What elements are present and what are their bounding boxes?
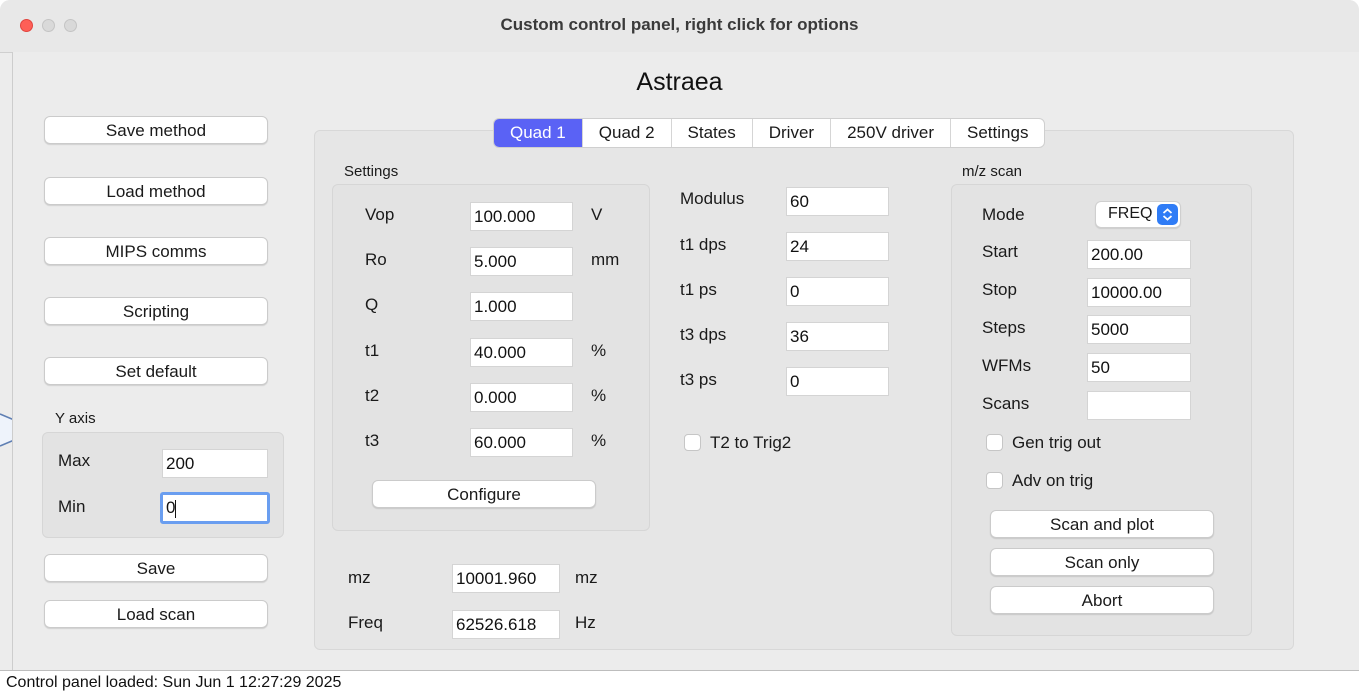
freq-input[interactable]: 62526.618	[452, 610, 560, 639]
ro-input[interactable]: 5.000	[470, 247, 573, 276]
start-input[interactable]: 200.00	[1087, 240, 1191, 269]
t3-ps-label: t3 ps	[680, 370, 717, 389]
mode-select[interactable]: FREQ	[1095, 201, 1181, 228]
abort-button[interactable]: Abort	[990, 586, 1214, 614]
mips-comms-button[interactable]: MIPS comms	[44, 237, 268, 265]
t1-dps-label: t1 dps	[680, 235, 727, 254]
vop-label: Vop	[365, 205, 395, 224]
t2-unit: %	[591, 386, 607, 405]
gen-trig-out-label: Gen trig out	[1012, 433, 1101, 452]
adv-on-trig-checkbox[interactable]	[986, 472, 1003, 489]
start-label: Start	[982, 242, 1018, 261]
tab-quad-2[interactable]: Quad 2	[581, 119, 671, 147]
title-bar: Custom control panel, right click for op…	[0, 0, 1359, 53]
t1-unit: %	[591, 341, 607, 360]
t1-ps-input[interactable]: 0	[786, 277, 889, 306]
wfms-input[interactable]: 50	[1087, 353, 1191, 382]
t2-to-trig2-label: T2 to Trig2	[710, 433, 792, 452]
scan-only-button[interactable]: Scan only	[990, 548, 1214, 576]
mode-select-value: FREQ	[1108, 205, 1153, 222]
panel-title: Astraea	[636, 68, 723, 96]
t3-dps-input[interactable]: 36	[786, 322, 889, 351]
q-input[interactable]: 1.000	[470, 292, 573, 321]
t1-input[interactable]: 40.000	[470, 338, 573, 367]
mz-input[interactable]: 10001.960	[452, 564, 560, 593]
modulus-input[interactable]: 60	[786, 187, 889, 216]
app-window: Custom control panel, right click for op…	[0, 0, 1359, 694]
tab-settings[interactable]: Settings	[950, 119, 1044, 147]
q-label: Q	[365, 295, 379, 314]
scans-label: Scans	[982, 394, 1030, 413]
t1-ps-label: t1 ps	[680, 280, 717, 299]
mz-label: mz	[348, 568, 371, 587]
vop-unit: V	[591, 205, 603, 224]
tab-states[interactable]: States	[670, 119, 752, 147]
scan-and-plot-button[interactable]: Scan and plot	[990, 510, 1214, 538]
scans-input[interactable]	[1087, 391, 1191, 420]
scripting-button[interactable]: Scripting	[44, 297, 268, 325]
t3-dps-label: t3 dps	[680, 325, 727, 344]
t2-input[interactable]: 0.000	[470, 383, 573, 412]
freq-label: Freq	[348, 613, 383, 632]
stop-label: Stop	[982, 280, 1017, 299]
adv-on-trig-label: Adv on trig	[1012, 471, 1094, 490]
status-text: Control panel loaded: Sun Jun 1 12:27:29…	[6, 674, 342, 691]
save-method-button[interactable]: Save method	[44, 116, 268, 144]
select-chevrons-icon	[1157, 204, 1178, 225]
y-axis-label: Y axis	[55, 410, 96, 427]
steps-label: Steps	[982, 318, 1026, 337]
freq-unit: Hz	[575, 613, 596, 632]
t3-input[interactable]: 60.000	[470, 428, 573, 457]
status-bar: Control panel loaded: Sun Jun 1 12:27:29…	[0, 670, 1359, 694]
mz-scan-group-label: m/z scan	[962, 163, 1023, 180]
t2-to-trig2-checkbox[interactable]	[684, 434, 701, 451]
y-min-input[interactable]: 0	[160, 492, 270, 524]
y-min-label: Min	[58, 497, 86, 516]
configure-button[interactable]: Configure	[372, 480, 596, 508]
tab-quad-1[interactable]: Quad 1	[494, 119, 582, 147]
settings-group-label: Settings	[344, 163, 399, 180]
y-max-label: Max	[58, 451, 91, 470]
vop-input[interactable]: 100.000	[470, 202, 573, 231]
save-button[interactable]: Save	[44, 554, 268, 582]
t1-dps-input[interactable]: 24	[786, 232, 889, 261]
modulus-label: Modulus	[680, 189, 745, 208]
tab-driver[interactable]: Driver	[751, 119, 830, 147]
ro-unit: mm	[591, 250, 620, 269]
t3-label: t3	[365, 431, 380, 450]
tab-bar: Quad 1 Quad 2 States Driver 250V driver …	[493, 118, 1046, 148]
stop-input[interactable]: 10000.00	[1087, 278, 1191, 307]
t3-ps-input[interactable]: 0	[786, 367, 889, 396]
wfms-label: WFMs	[982, 356, 1032, 375]
set-default-button[interactable]: Set default	[44, 357, 268, 385]
load-scan-button[interactable]: Load scan	[44, 600, 268, 628]
tab-250v-driver[interactable]: 250V driver	[830, 119, 950, 147]
y-min-value: 0	[166, 498, 176, 517]
load-method-button[interactable]: Load method	[44, 177, 268, 205]
t1-label: t1	[365, 341, 380, 360]
window-title: Custom control panel, right click for op…	[500, 15, 859, 34]
mz-unit: mz	[575, 568, 598, 587]
y-max-input[interactable]: 200	[162, 449, 268, 478]
steps-input[interactable]: 5000	[1087, 315, 1191, 344]
mode-label: Mode	[982, 205, 1025, 224]
text-cursor	[175, 499, 177, 518]
t2-label: t2	[365, 386, 380, 405]
gen-trig-out-checkbox[interactable]	[986, 434, 1003, 451]
t3-unit: %	[591, 431, 607, 450]
ro-label: Ro	[365, 250, 387, 269]
